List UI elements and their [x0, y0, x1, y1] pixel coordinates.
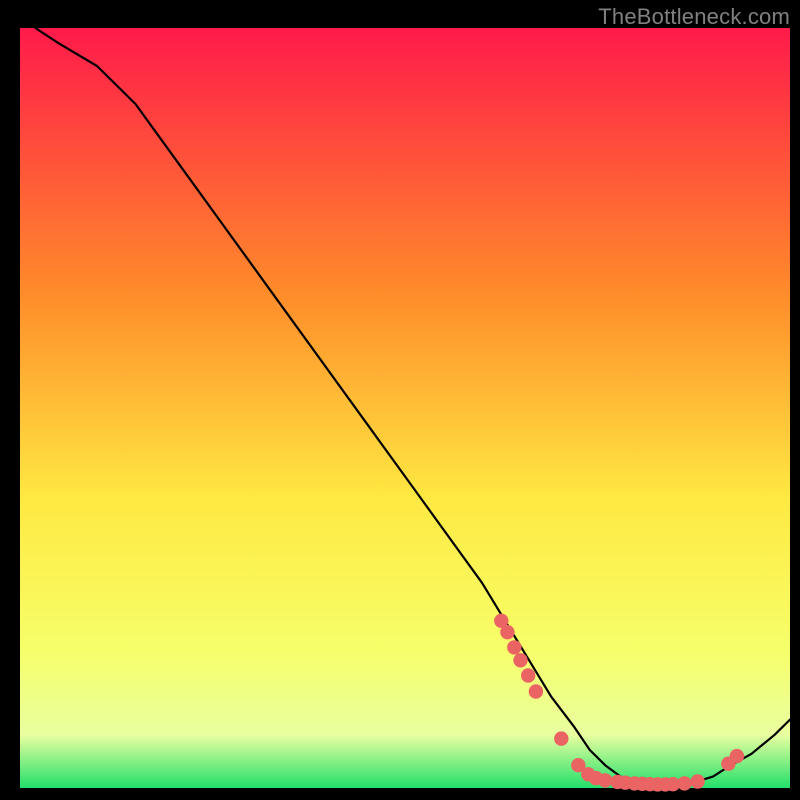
attribution-label: TheBottleneck.com — [598, 4, 790, 30]
data-marker — [554, 731, 568, 745]
bottleneck-chart — [0, 0, 800, 800]
data-marker — [598, 773, 612, 787]
data-marker — [513, 653, 527, 667]
data-marker — [677, 776, 691, 790]
data-marker — [529, 684, 543, 698]
plot-background — [20, 28, 790, 788]
data-marker — [521, 668, 535, 682]
data-marker — [500, 625, 514, 639]
data-marker — [507, 640, 521, 654]
data-marker — [690, 774, 704, 788]
data-marker — [730, 749, 744, 763]
chart-container: TheBottleneck.com — [0, 0, 800, 800]
